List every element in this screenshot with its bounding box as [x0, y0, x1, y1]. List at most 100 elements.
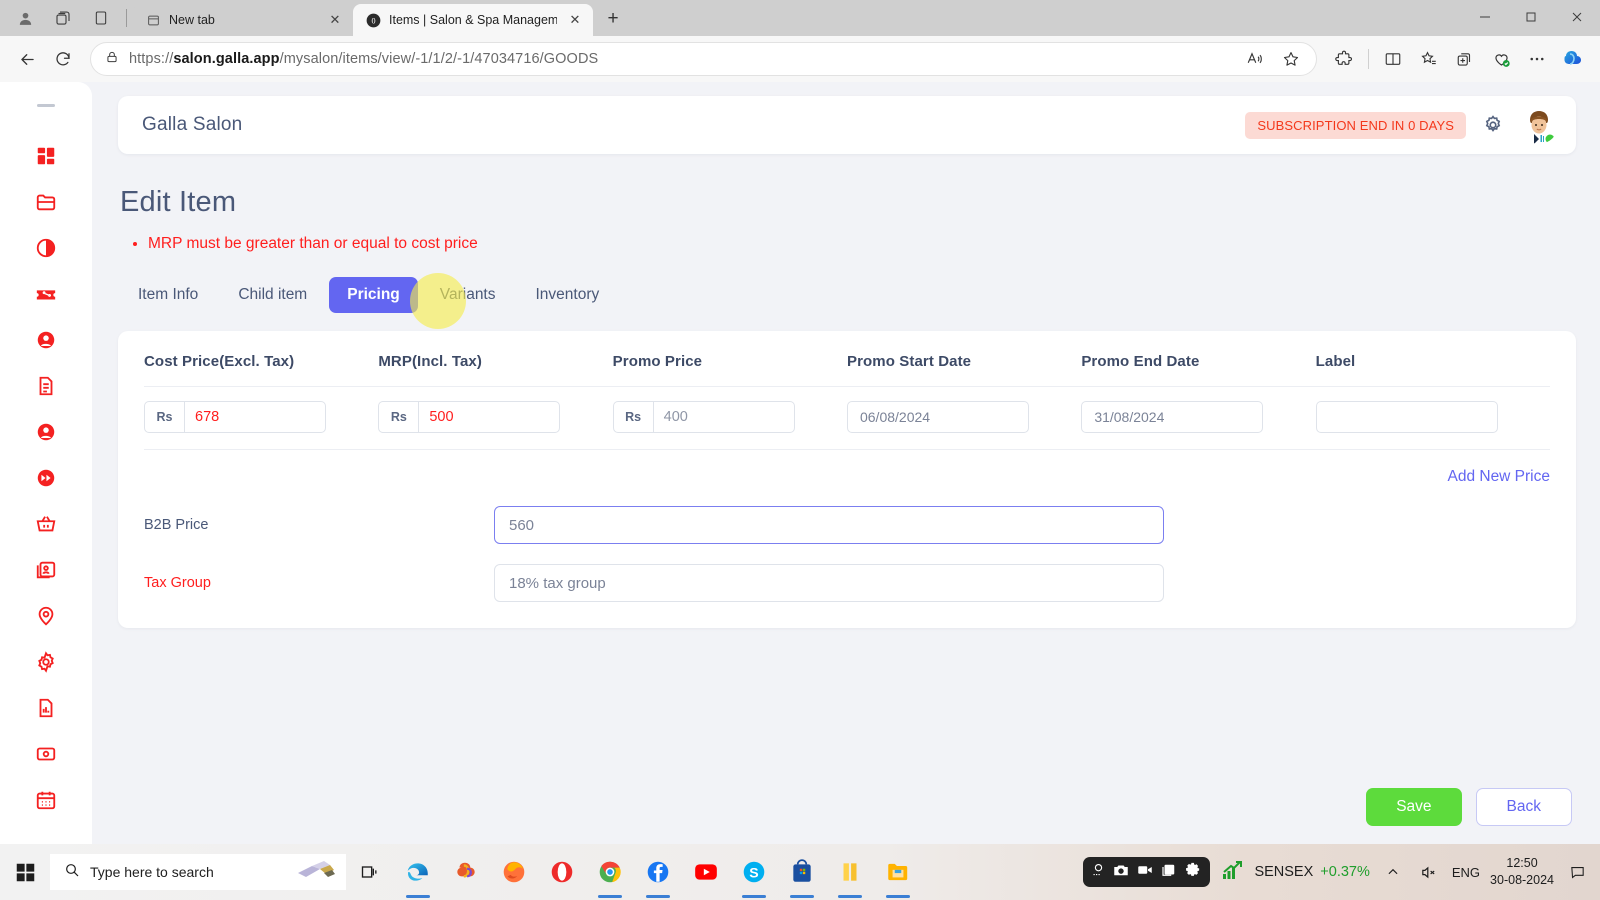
taskbar-app-firefox[interactable]	[490, 844, 538, 900]
taskbar-app-opera[interactable]	[538, 844, 586, 900]
cost-price-input[interactable]: 678	[185, 402, 325, 432]
sidebar-item-forward[interactable]	[23, 455, 69, 501]
tab-variants[interactable]: Variants	[422, 277, 514, 313]
sidebar-item-customer[interactable]	[23, 317, 69, 363]
favorite-star-icon[interactable]	[1274, 42, 1308, 76]
camera-icon[interactable]	[1112, 861, 1130, 884]
main-content: Galla Salon SUBSCRIPTION END IN 0 DAYS E…	[92, 82, 1600, 844]
close-icon[interactable]: ✕	[325, 10, 345, 30]
screen-recorder-toolbar[interactable]	[1083, 857, 1211, 887]
profile-avatar-icon[interactable]	[6, 0, 44, 36]
tab-inventory[interactable]: Inventory	[518, 277, 618, 313]
collections-icon[interactable]	[82, 0, 120, 36]
status-badge[interactable]: SUBSCRIPTION END IN 0 DAYS	[1245, 111, 1466, 139]
sidebar-item-settings[interactable]	[23, 639, 69, 685]
sidebar-collapse-handle[interactable]	[37, 104, 55, 107]
search-input[interactable]: Type here to search	[50, 854, 346, 890]
add-new-price-link[interactable]: Add New Price	[1447, 468, 1550, 485]
app-header-actions: SUBSCRIPTION END IN 0 DAYS	[1245, 106, 1558, 144]
taskbar-app-skype[interactable]: S	[730, 844, 778, 900]
gear-icon[interactable]	[1480, 112, 1506, 138]
tab-groups-icon[interactable]	[44, 0, 82, 36]
location-pin-icon	[35, 605, 57, 627]
promo-price-input-group[interactable]: Rs 400	[612, 401, 795, 433]
sidebar-item-calendar[interactable]	[23, 777, 69, 823]
taskbar-app-yellow[interactable]	[826, 844, 874, 900]
avatar[interactable]	[1520, 106, 1558, 144]
sidebar-item-location[interactable]	[23, 593, 69, 639]
sidebar-item-cash[interactable]	[23, 731, 69, 777]
taskbar-app-copilot[interactable]	[442, 844, 490, 900]
taskbar-app-chrome[interactable]	[586, 844, 634, 900]
sidebar-item-folder[interactable]	[23, 179, 69, 225]
table-header-row: Cost Price(Excl. Tax) MRP(Incl. Tax) Pro…	[144, 353, 1550, 387]
taskbar-app-store[interactable]	[778, 844, 826, 900]
window-icon[interactable]	[1160, 861, 1178, 884]
column-header-cost-price: Cost Price(Excl. Tax)	[144, 353, 295, 370]
tab-item-info[interactable]: Item Info	[120, 277, 216, 313]
cell-promo-end-date: 31/08/2024	[1081, 386, 1316, 443]
sidebar-item-dashboard[interactable]	[23, 133, 69, 179]
task-view-button[interactable]	[346, 844, 394, 900]
taskbar-app-edge[interactable]	[394, 844, 442, 900]
new-tab-button[interactable]: +	[599, 5, 627, 33]
start-button[interactable]	[0, 844, 50, 900]
browser-toolbar: https://salon.galla.app/mysalon/items/vi…	[0, 36, 1600, 82]
language-indicator[interactable]: ENG	[1452, 865, 1480, 880]
tax-group-label: Tax Group	[144, 575, 211, 591]
show-hidden-icons-chevron-icon[interactable]	[1380, 859, 1406, 885]
address-bar[interactable]: https://salon.galla.app/mysalon/items/vi…	[90, 42, 1317, 76]
promo-price-input[interactable]: 400	[654, 402, 794, 432]
sidebar-item-document[interactable]	[23, 363, 69, 409]
extensions-icon[interactable]	[1327, 42, 1361, 76]
back-button[interactable]: Back	[1475, 788, 1572, 826]
sidebar-item-id-card[interactable]	[23, 547, 69, 593]
split-screen-icon[interactable]	[1376, 42, 1410, 76]
recorder-menu-icon[interactable]	[1091, 862, 1106, 882]
sidebar-item-basket[interactable]	[23, 501, 69, 547]
validation-error: MRP must be greater than or equal to cos…	[148, 235, 1576, 253]
close-icon[interactable]: ✕	[565, 10, 585, 30]
copilot-icon[interactable]	[1556, 42, 1590, 76]
volume-muted-icon[interactable]	[1416, 859, 1442, 885]
back-arrow-icon[interactable]	[10, 42, 44, 76]
form-actions: Save Back	[118, 788, 1576, 826]
url-text: https://salon.galla.app/mysalon/items/vi…	[129, 51, 599, 67]
label-input[interactable]	[1315, 401, 1498, 433]
b2b-price-input[interactable]: 560	[494, 506, 1164, 544]
taskbar-app-file-explorer[interactable]	[874, 844, 922, 900]
page-title-brand: Galla Salon	[142, 114, 243, 135]
promo-start-date-input[interactable]: 06/08/2024	[846, 401, 1029, 433]
taskbar-app-facebook[interactable]	[634, 844, 682, 900]
gear-icon[interactable]	[1184, 861, 1202, 884]
reload-icon[interactable]	[46, 42, 80, 76]
tax-group-select[interactable]: 18% tax group	[494, 564, 1164, 602]
sidebar-item-discount[interactable]	[23, 271, 69, 317]
clock[interactable]: 12:50 30-08-2024	[1490, 855, 1554, 889]
mrp-input-group[interactable]: Rs 500	[378, 401, 561, 433]
browser-essentials-icon[interactable]	[1484, 42, 1518, 76]
close-icon[interactable]	[1554, 0, 1600, 34]
browser-tab-items[interactable]: 0 Items | Salon & Spa Management ✕	[353, 4, 593, 36]
taskbar-app-youtube[interactable]	[682, 844, 730, 900]
pricing-table: Cost Price(Excl. Tax) MRP(Incl. Tax) Pro…	[144, 353, 1550, 443]
maximize-icon[interactable]	[1508, 0, 1554, 34]
tab-pricing[interactable]: Pricing	[329, 277, 418, 313]
mrp-input[interactable]: 500	[419, 402, 559, 432]
sensex-ticker[interactable]: SENSEX +0.37%	[1254, 864, 1369, 880]
notification-center-icon[interactable]	[1564, 859, 1590, 885]
minimize-icon[interactable]	[1462, 0, 1508, 34]
browser-tab-new-tab[interactable]: New tab ✕	[133, 4, 353, 36]
read-aloud-icon[interactable]	[1238, 42, 1272, 76]
sidebar-item-reports[interactable]	[23, 685, 69, 731]
collections-add-icon[interactable]	[1448, 42, 1482, 76]
promo-end-date-input[interactable]: 31/08/2024	[1081, 401, 1264, 433]
tab-child-item[interactable]: Child item	[220, 277, 325, 313]
more-options-icon[interactable]	[1520, 42, 1554, 76]
sidebar-item-contrast[interactable]	[23, 225, 69, 271]
video-icon[interactable]	[1136, 861, 1154, 884]
save-button[interactable]: Save	[1366, 788, 1462, 826]
favorites-list-icon[interactable]	[1412, 42, 1446, 76]
cost-price-input-group[interactable]: Rs 678	[144, 401, 326, 433]
sidebar-item-staff[interactable]	[23, 409, 69, 455]
